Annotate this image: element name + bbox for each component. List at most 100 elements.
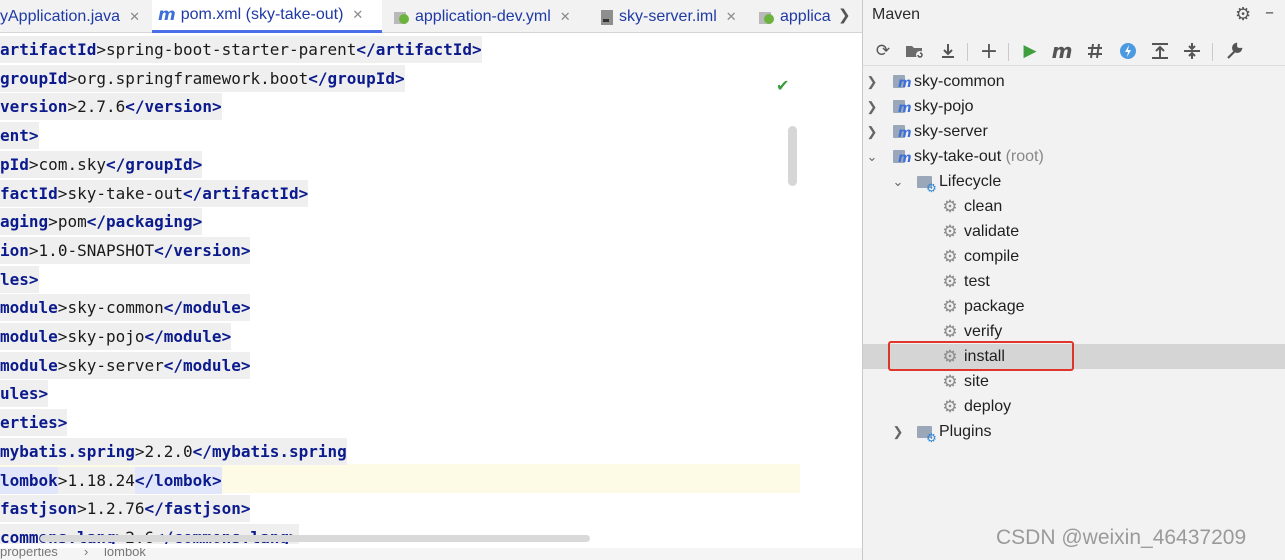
add-folder-icon[interactable]	[903, 39, 927, 63]
tab-application-truncated[interactable]: applica	[757, 0, 831, 33]
code-editor[interactable]: artifactId > spring-boot-starter-parent </a…	[0, 34, 800, 544]
tab-sky-server-iml[interactable]: sky-server.iml ✕	[600, 0, 737, 33]
maven-title: Maven	[872, 6, 921, 23]
tab-application-dev-yml[interactable]: application-dev.yml ✕	[392, 0, 571, 33]
spring-config-icon	[392, 8, 410, 26]
breadcrumb-item[interactable]: lombok	[104, 548, 146, 559]
maven-goal-icon[interactable]: m	[1050, 39, 1074, 63]
add-icon[interactable]: +	[977, 39, 1001, 64]
close-icon[interactable]: ✕	[352, 7, 363, 23]
code-line: fastjson >1.2.76 </fastjson>	[0, 494, 251, 523]
xml-tag: artifactId	[0, 36, 97, 63]
chevron-down-icon[interactable]: ⌄	[892, 174, 904, 190]
xml-closing-tag: </mybatis.spring	[192, 437, 347, 465]
xml-tag: lombok	[0, 466, 58, 494]
lifecycle-phase-clean[interactable]: ⚙ clean	[863, 194, 1285, 219]
run-icon[interactable]: ▶	[1018, 39, 1042, 63]
breadcrumb-item[interactable]: properties	[0, 548, 58, 559]
root-suffix: (root)	[1005, 147, 1044, 165]
chevron-right-icon[interactable]: ❯	[866, 99, 878, 115]
xml-value: com.sky	[38, 150, 106, 178]
skip-tests-icon[interactable]	[1116, 39, 1140, 63]
tab-application-java[interactable]: yApplication.java ✕	[0, 0, 140, 33]
xml-tag: fastjson	[0, 495, 78, 523]
xml-closing-tag: </groupId>	[105, 150, 203, 178]
chevron-down-icon[interactable]: ⌄	[866, 149, 878, 165]
code-line: module > sky-server </module>	[0, 351, 251, 380]
xml-tag: module	[0, 351, 58, 379]
lifecycle-phase-site[interactable]: ⚙ site	[863, 369, 1285, 394]
xml-bracket: >	[134, 437, 145, 465]
toolbar-separator	[1212, 43, 1213, 61]
close-icon[interactable]: ✕	[560, 9, 571, 25]
xml-value: spring-boot-starter-parent	[105, 36, 357, 63]
xml-tag: ent>	[0, 122, 39, 150]
download-icon[interactable]	[936, 39, 960, 63]
lifecycle-phase-compile[interactable]: ⚙ compile	[863, 244, 1285, 269]
xml-closing-tag: </packaging>	[86, 208, 203, 236]
tab-list-chevron-icon[interactable]: ❯	[838, 6, 851, 24]
code-line: factId > sky-take-out </artifactId>	[0, 179, 309, 208]
xml-value: 1.0-SNAPSHOT	[38, 236, 155, 264]
xml-closing-tag: </fastjson>	[144, 495, 251, 523]
chevron-right-icon[interactable]: ❯	[866, 124, 878, 140]
plugins-node[interactable]: ❯ ⚙ Plugins	[863, 419, 1285, 445]
phase-label: compile	[964, 247, 1020, 265]
xml-closing-tag: </artifactId>	[183, 179, 309, 207]
minimize-icon[interactable]: –	[1265, 2, 1274, 23]
settings-wrench-icon[interactable]	[1222, 39, 1246, 63]
maven-project-sky-take-out[interactable]: ⌄ m sky-take-out (root)	[863, 144, 1285, 169]
module-label: sky-server	[914, 122, 988, 140]
maven-module-icon: m	[893, 123, 912, 141]
tab-label: pom.xml (sky-take-out)	[180, 6, 344, 23]
lifecycle-phase-package[interactable]: ⚙ package	[863, 294, 1285, 319]
tab-label: yApplication.java	[0, 7, 121, 25]
gear-icon[interactable]: ⚙	[1235, 4, 1251, 25]
toggle-offline-icon[interactable]	[1083, 39, 1107, 63]
phase-label: clean	[964, 197, 1003, 215]
code-line: lombok >1.18.24 </lombok>	[0, 466, 222, 495]
collapse-icon[interactable]	[1180, 39, 1204, 63]
maven-project-sky-common[interactable]: ❯ m sky-common	[863, 69, 1285, 94]
maven-project-sky-server[interactable]: ❯ m sky-server	[863, 119, 1285, 144]
xml-bracket: >	[57, 323, 68, 350]
xml-bracket: >	[67, 64, 78, 92]
xml-tag: factId	[0, 179, 58, 207]
horizontal-scrollbar[interactable]	[40, 535, 590, 542]
lifecycle-label: Lifecycle	[939, 172, 1002, 190]
chevron-right-icon[interactable]: ❯	[866, 74, 878, 90]
close-icon[interactable]: ✕	[726, 9, 737, 25]
xml-value: sky-server	[67, 351, 164, 379]
xml-closing-tag: </module>	[163, 294, 251, 322]
lifecycle-node[interactable]: ⌄ ⚙ Lifecycle	[863, 169, 1285, 195]
tab-label: sky-server.iml	[619, 7, 717, 25]
breadcrumb: properties › lombok	[0, 548, 862, 560]
vertical-scrollbar[interactable]	[788, 126, 797, 186]
watermark: CSDN @weixin_46437209	[996, 526, 1247, 549]
module-file-icon	[600, 8, 614, 26]
toolbar-separator	[1008, 43, 1009, 61]
lifecycle-phase-deploy[interactable]: ⚙ deploy	[863, 394, 1285, 419]
reload-icon[interactable]: ⟳	[871, 39, 895, 63]
xml-bracket: >	[57, 179, 68, 207]
lifecycle-phase-test[interactable]: ⚙ test	[863, 269, 1285, 294]
xml-bracket: >	[77, 495, 87, 523]
xml-bracket: >	[57, 466, 68, 494]
gear-icon: ⚙	[942, 196, 958, 216]
show-dependencies-icon[interactable]	[1148, 39, 1172, 63]
close-icon[interactable]: ✕	[129, 9, 140, 25]
maven-project-sky-pojo[interactable]: ❯ m sky-pojo	[863, 94, 1285, 119]
xml-bracket: >	[96, 36, 106, 63]
tab-pom-xml[interactable]: m pom.xml (sky-take-out) ✕	[152, 0, 382, 33]
code-line: ules>	[0, 379, 49, 408]
phase-label: site	[964, 372, 989, 390]
code-line: aging > pom </packaging>	[0, 207, 203, 236]
xml-closing-tag: </artifactId>	[356, 36, 482, 63]
chevron-right-icon[interactable]: ❯	[892, 424, 904, 440]
gear-icon: ⚙	[942, 321, 958, 341]
xml-tag: version	[0, 93, 68, 121]
xml-value: 2.7.6	[77, 93, 126, 121]
phase-label: validate	[964, 222, 1020, 240]
module-label: sky-take-out (root)	[914, 147, 1044, 165]
lifecycle-phase-validate[interactable]: ⚙ validate	[863, 219, 1285, 244]
